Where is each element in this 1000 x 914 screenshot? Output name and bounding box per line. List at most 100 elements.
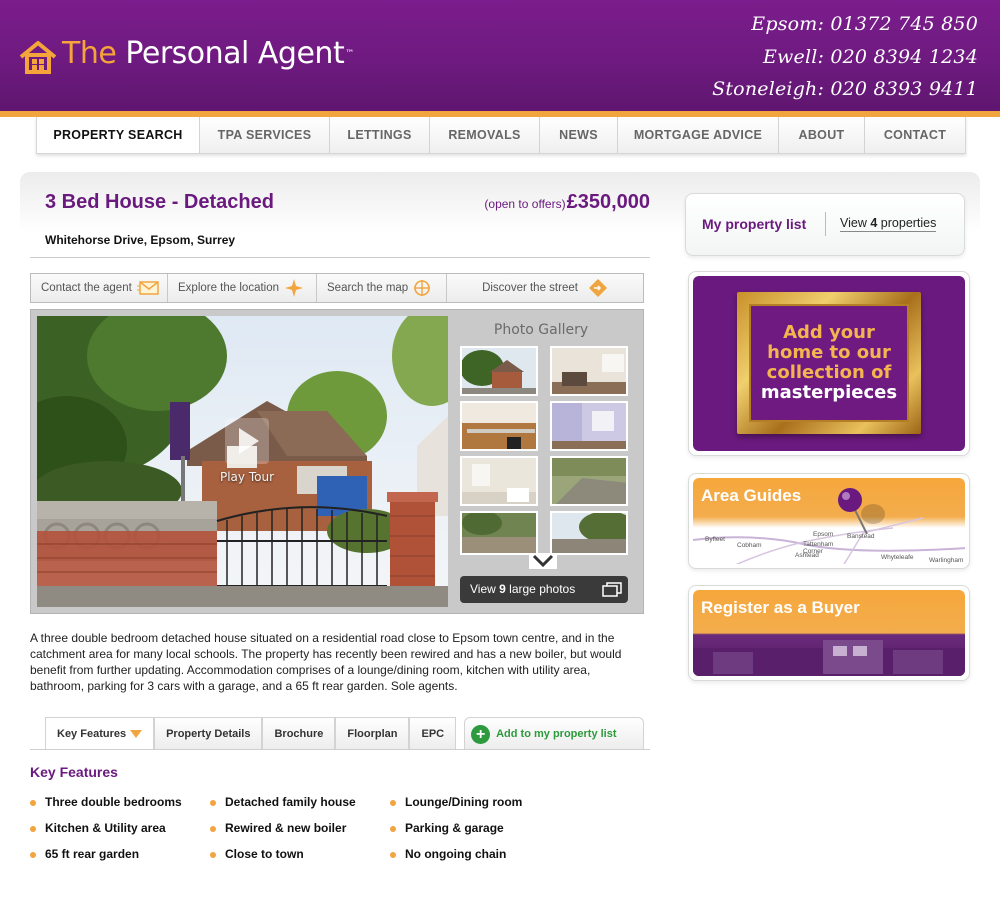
- play-tour-button[interactable]: Play Tour: [209, 416, 285, 496]
- map-pin-icon: [838, 488, 885, 535]
- thumbnail-image: [552, 458, 626, 504]
- add-to-property-list-label: Add to my property list: [496, 727, 617, 740]
- view-large-count: 9: [499, 582, 506, 596]
- key-feature-item: Kitchen & Utility area: [30, 821, 166, 835]
- key-feature-item: Detached family house: [210, 795, 356, 809]
- triangle-down-icon: [130, 730, 143, 738]
- add-to-property-list-button[interactable]: + Add to my property list: [464, 717, 644, 750]
- thumbnail-3[interactable]: [460, 401, 538, 451]
- thumbnail-image: [462, 458, 536, 504]
- house-logo-icon: [19, 41, 57, 74]
- property-actions-bar: Contact the agent Explore the location S…: [30, 273, 644, 303]
- key-feature-item: Lounge/Dining room: [390, 795, 522, 809]
- register-buyer-banner[interactable]: Register as a Buyer: [688, 585, 970, 681]
- promo-background: Add your home to our collection of maste…: [693, 276, 965, 451]
- map-label: Byfleet: [705, 536, 725, 543]
- view-properties-link[interactable]: View 4 properties: [840, 216, 937, 232]
- compass-star-icon: [285, 279, 304, 297]
- envelope-icon: [136, 281, 159, 295]
- view-properties-suffix: properties: [880, 216, 937, 230]
- phone-stoneleigh: Stoneleigh: 020 8393 9411: [712, 78, 978, 100]
- property-price: £350,000: [566, 191, 650, 213]
- view-large-suffix: large photos: [509, 582, 576, 596]
- nav-tpa-services[interactable]: TPA SERVICES: [200, 117, 330, 153]
- tab-epc[interactable]: EPC: [409, 717, 457, 750]
- nav-contact[interactable]: CONTACT: [865, 117, 965, 153]
- nav-removals[interactable]: REMOVALS: [430, 117, 540, 153]
- search-map-label: Search the map: [327, 282, 409, 294]
- key-features-heading: Key Features: [30, 764, 118, 780]
- site-header: The Personal Agent™ Epsom: 01372 745 850…: [0, 0, 1000, 111]
- area-guides-background: Area Guides Byfleet Cobham Epsom Banstea…: [693, 478, 965, 564]
- map-label: Whyteleafe: [881, 554, 914, 561]
- street-sign-icon: [588, 279, 607, 297]
- map-label: Ashtead: [795, 552, 819, 559]
- view-properties-prefix: View: [840, 216, 867, 230]
- gold-frame: Add your home to our collection of maste…: [737, 292, 921, 434]
- logo-trademark: ™: [345, 49, 354, 59]
- contact-agent-button[interactable]: Contact the agent: [31, 274, 168, 302]
- nav-about[interactable]: ABOUT: [779, 117, 865, 153]
- thumbnail-5[interactable]: [460, 456, 538, 506]
- logo-text: The Personal Agent™: [62, 34, 354, 74]
- thumbnail-image: [552, 513, 626, 553]
- tab-floorplan[interactable]: Floorplan: [335, 717, 410, 750]
- divider: [30, 257, 650, 258]
- promo-line-3: collection of: [766, 362, 892, 383]
- thumbnail-image: [462, 513, 536, 553]
- expand-windows-icon: [602, 582, 622, 597]
- tab-brochure[interactable]: Brochure: [262, 717, 336, 750]
- thumbnail-image: [462, 348, 536, 394]
- view-large-prefix: View: [470, 582, 496, 596]
- key-feature-item: Three double bedrooms: [30, 795, 182, 809]
- key-feature-item: 65 ft rear garden: [30, 847, 139, 861]
- divider: [825, 212, 826, 236]
- property-title: 3 Bed House - Detached: [45, 191, 274, 213]
- tab-key-features-label: Key Features: [57, 727, 127, 740]
- logo-the: The: [62, 36, 117, 71]
- photo-gallery: Play Tour Photo Gallery View 9 large pho…: [30, 309, 644, 614]
- frame-canvas: Add your home to our collection of maste…: [749, 304, 909, 422]
- phone-ewell: Ewell: 020 8394 1234: [762, 45, 978, 68]
- key-feature-item: No ongoing chain: [390, 847, 506, 861]
- key-feature-item: Parking & garage: [390, 821, 504, 835]
- explore-location-label: Explore the location: [178, 282, 280, 294]
- promo-line-4: masterpieces: [760, 382, 898, 403]
- tabs-divider: [30, 749, 650, 750]
- search-map-button[interactable]: Search the map: [317, 274, 447, 302]
- thumbnail-2[interactable]: [550, 346, 628, 396]
- area-guides-banner[interactable]: Area Guides Byfleet Cobham Epsom Banstea…: [688, 473, 970, 569]
- contact-agent-label: Contact the agent: [41, 282, 132, 294]
- main-property-photo[interactable]: Play Tour: [37, 316, 448, 607]
- thumbnail-7[interactable]: [460, 511, 538, 555]
- site-logo[interactable]: The Personal Agent™: [18, 30, 354, 74]
- property-tabs: Key Features Property Details Brochure F…: [45, 717, 644, 750]
- discover-street-button[interactable]: Discover the street: [447, 274, 643, 302]
- masterpieces-promo-banner[interactable]: Add your home to our collection of maste…: [688, 271, 970, 456]
- tab-property-details[interactable]: Property Details: [154, 717, 263, 750]
- nav-news[interactable]: NEWS: [540, 117, 618, 153]
- logo-personal-agent: Personal Agent: [125, 36, 345, 71]
- nav-mortgage-advice[interactable]: MORTGAGE ADVICE: [618, 117, 779, 153]
- my-property-list-box: My property list View 4 properties: [685, 193, 965, 256]
- thumbnail-6[interactable]: [550, 456, 628, 506]
- nav-lettings[interactable]: LETTINGS: [330, 117, 430, 153]
- houses-street-image: [693, 640, 965, 676]
- play-tour-label: Play Tour: [219, 470, 274, 484]
- property-address: Whitehorse Drive, Epsom, Surrey: [45, 233, 236, 247]
- gallery-scroll-down-button[interactable]: [529, 553, 557, 569]
- explore-location-button[interactable]: Explore the location: [168, 274, 317, 302]
- thumbnail-4[interactable]: [550, 401, 628, 451]
- thumbnail-image: [552, 348, 626, 394]
- thumbnail-8[interactable]: [550, 511, 628, 555]
- tab-key-features[interactable]: Key Features: [45, 717, 155, 750]
- view-large-photos-button[interactable]: View 9 large photos: [460, 576, 628, 603]
- promo-line-1: Add your: [783, 322, 875, 343]
- thumbnail-image: [552, 403, 626, 449]
- my-property-list-title: My property list: [702, 216, 807, 232]
- chevron-down-icon: [529, 553, 557, 569]
- property-description: A three double bedroom detached house si…: [30, 631, 622, 693]
- thumbnail-1[interactable]: [460, 346, 538, 396]
- nav-property-search[interactable]: PROPERTY SEARCH: [37, 117, 200, 153]
- price-qualifier: (open to offers): [484, 197, 566, 211]
